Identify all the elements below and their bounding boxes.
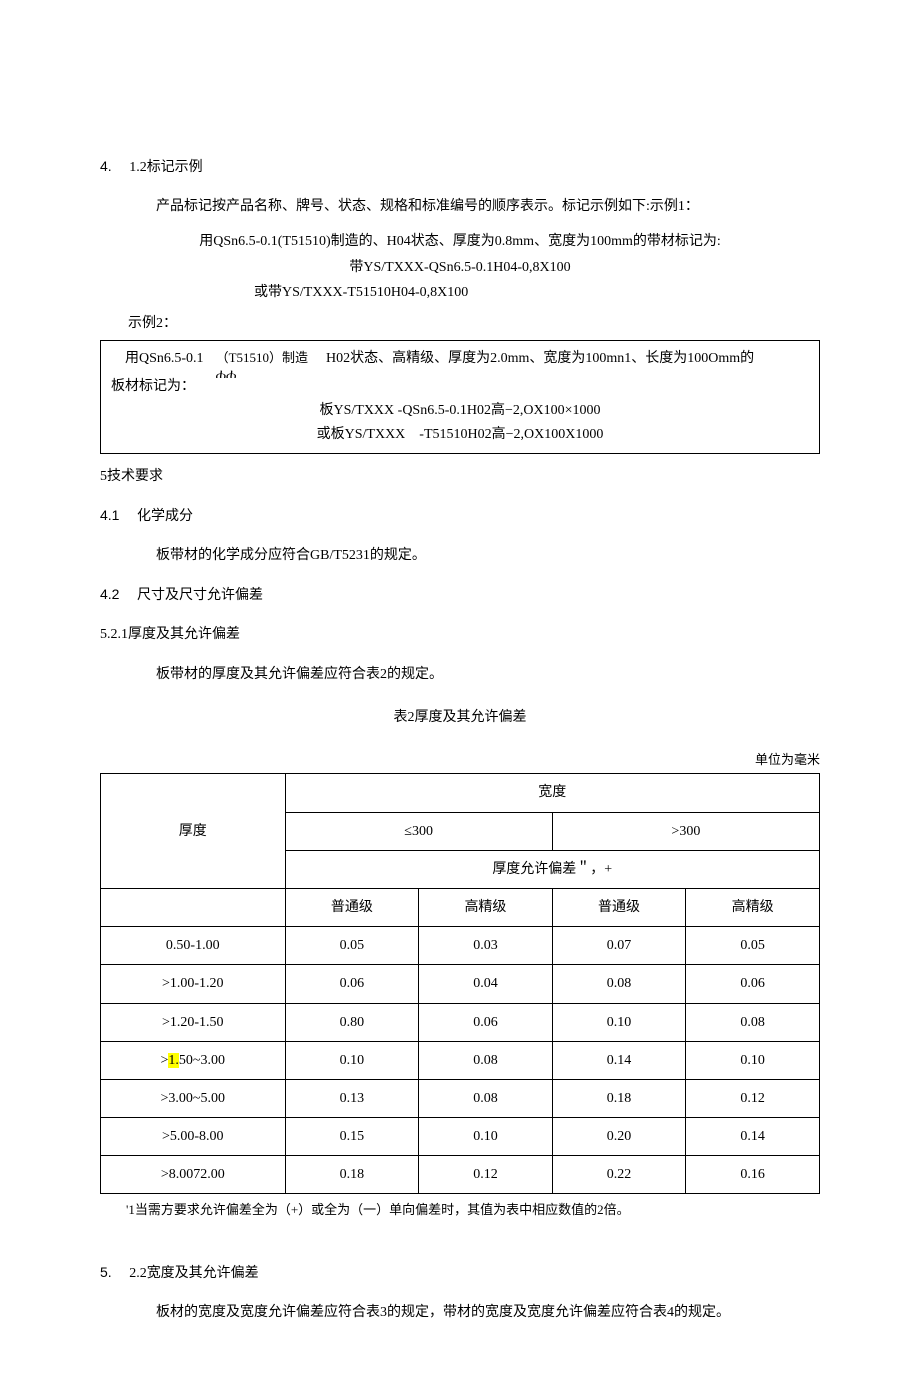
example2-center2: 或板YS/TXXX -T51510H02高−2,OX100X1000 xyxy=(111,423,809,447)
cell-thickness: >3.00~5.00 xyxy=(101,1079,286,1117)
cell-value: 0.08 xyxy=(419,1041,553,1079)
section-number: 4.2 xyxy=(100,586,119,602)
cell-value: 0.10 xyxy=(552,1003,686,1041)
cell-value: 0.15 xyxy=(285,1118,419,1156)
table-row: >1.20-1.500.800.060.100.08 xyxy=(101,1003,820,1041)
table-row: >3.00~5.000.130.080.180.12 xyxy=(101,1079,820,1117)
section-number: 4. xyxy=(100,158,112,174)
table2-unit: 单位为毫米 xyxy=(100,748,820,771)
cell-value: 0.03 xyxy=(419,927,553,965)
cell-value: 0.06 xyxy=(419,1003,553,1041)
cell-value: 0.18 xyxy=(285,1156,419,1194)
cell-thickness: >1.20-1.50 xyxy=(101,1003,286,1041)
heading-text: 宽度及其允许偏差 xyxy=(147,1266,259,1281)
th-high: 高精级 xyxy=(686,888,820,926)
example1-line1: 用QSn6.5-0.1(T51510)制造的、H04状态、厚度为0.8mm、宽度… xyxy=(100,229,820,254)
example2-col2: （T51510）制造 ሐሐ xyxy=(216,347,308,385)
example2-box: 用QSn6.5-0.1 （T51510）制造 ሐሐ H02状态、高精级、厚度为2… xyxy=(100,340,820,454)
heading-4-1: 4.1 化学成分 xyxy=(100,503,820,529)
body-5-2-1: 板带材的厚度及其允许偏差应符合表2的规定。 xyxy=(128,662,820,687)
cell-value: 0.08 xyxy=(686,1003,820,1041)
cell-value: 0.10 xyxy=(686,1041,820,1079)
heading-5-2-2: 5. 2.2宽度及其允许偏差 xyxy=(100,1260,820,1286)
cell-value: 0.08 xyxy=(419,1079,553,1117)
cell-thickness: >1.00-1.20 xyxy=(101,965,286,1003)
cell-thickness: 0.50-1.00 xyxy=(101,927,286,965)
tolerance-table-body: 0.50-1.000.050.030.070.05>1.00-1.200.060… xyxy=(101,927,820,1194)
cell-thickness: >8.0072.00 xyxy=(101,1156,286,1194)
heading-text: 尺寸及尺寸允许偏差 xyxy=(137,588,263,603)
cell-value: 0.14 xyxy=(552,1041,686,1079)
cell-value: 0.10 xyxy=(419,1118,553,1156)
cell-value: 0.05 xyxy=(686,927,820,965)
cell-value: 0.12 xyxy=(686,1079,820,1117)
cell-value: 0.14 xyxy=(686,1118,820,1156)
body-5-2-2: 板材的宽度及宽度允许偏差应符合表3的规定，带材的宽度及宽度允许偏差应符合表4的规… xyxy=(128,1300,820,1325)
th-le300: ≤300 xyxy=(285,812,552,850)
heading-text: 化学成分 xyxy=(137,509,193,524)
th-high: 高精级 xyxy=(419,888,553,926)
table-row: >1.50~3.000.100.080.140.10 xyxy=(101,1041,820,1079)
th-width: 宽度 xyxy=(285,774,819,812)
heading-4-2: 4.2 尺寸及尺寸允许偏差 xyxy=(100,582,820,608)
th-empty xyxy=(101,888,286,926)
tolerance-table: 厚度 宽度 ≤300 >300 厚度允许偏差＂，+ 普通级 高精级 普通级 高精… xyxy=(100,773,820,1194)
cell-value: 0.22 xyxy=(552,1156,686,1194)
table2-caption: 表2厚度及其允许偏差 xyxy=(100,705,820,730)
heading-5: 5技术要求 xyxy=(100,464,820,489)
cell-value: 0.13 xyxy=(285,1079,419,1117)
document-page: 4. 1.2标记示例 产品标记按产品名称、牌号、状态、规格和标准编号的顺序表示。… xyxy=(0,0,920,1395)
example2-center1: 板YS/TXXX -QSn6.5-0.1H02高−2,OX100×1000 xyxy=(111,399,809,423)
th-gt300: >300 xyxy=(552,812,819,850)
cell-value: 0.20 xyxy=(552,1118,686,1156)
table2-footnote: '1当需方要求允许偏差全为（+）或全为（一）单向偏差时，其值为表中相应数值的2倍… xyxy=(126,1198,820,1221)
heading-4-1-2: 4. 1.2标记示例 xyxy=(100,154,820,180)
example1-line2: 带YS/TXXX-QSn6.5-0.1H04-0,8X100 xyxy=(100,255,820,280)
cell-value: 0.04 xyxy=(419,965,553,1003)
section-number: 5. xyxy=(100,1264,112,1280)
cell-value: 0.05 xyxy=(285,927,419,965)
th-normal: 普通级 xyxy=(285,888,419,926)
cell-value: 0.07 xyxy=(552,927,686,965)
intro-paragraph: 产品标记按产品名称、牌号、状态、规格和标准编号的顺序表示。标记示例如下:示例1： xyxy=(128,194,820,219)
table-row: 0.50-1.000.050.030.070.05 xyxy=(101,927,820,965)
th-allow: 厚度允许偏差＂，+ xyxy=(285,850,819,888)
cell-thickness: >5.00-8.00 xyxy=(101,1118,286,1156)
cell-value: 0.08 xyxy=(552,965,686,1003)
table-row: 厚度 宽度 xyxy=(101,774,820,812)
heading-text: 标记示例 xyxy=(147,160,203,175)
cell-value: 0.80 xyxy=(285,1003,419,1041)
table-row: 普通级 高精级 普通级 高精级 xyxy=(101,888,820,926)
cell-value: 0.10 xyxy=(285,1041,419,1079)
section-number-2: 2.2 xyxy=(129,1266,147,1281)
example2-col2b: ሐሐ xyxy=(216,363,308,385)
table-row: >8.0072.000.180.120.220.16 xyxy=(101,1156,820,1194)
example2-label: 示例2： xyxy=(128,311,820,336)
cell-value: 0.06 xyxy=(686,965,820,1003)
table-row: >1.00-1.200.060.040.080.06 xyxy=(101,965,820,1003)
th-thickness: 厚度 xyxy=(101,774,286,889)
section-number-2: 1.2 xyxy=(129,160,147,175)
example2-col1: 用QSn6.5-0.1 xyxy=(111,347,204,371)
heading-5-2-1: 5.2.1厚度及其允许偏差 xyxy=(100,622,820,647)
cell-value: 0.06 xyxy=(285,965,419,1003)
cell-thickness: >1.50~3.00 xyxy=(101,1041,286,1079)
table-row: >5.00-8.000.150.100.200.14 xyxy=(101,1118,820,1156)
example1-line3: 或带YS/TXXX-T51510H04-0,8X100 xyxy=(100,280,820,305)
cell-value: 0.12 xyxy=(419,1156,553,1194)
th-normal: 普通级 xyxy=(552,888,686,926)
cell-value: 0.16 xyxy=(686,1156,820,1194)
cell-value: 0.18 xyxy=(552,1079,686,1117)
section-number: 4.1 xyxy=(100,507,119,523)
example2-col3: H02状态、高精级、厚度为2.0mm、宽度为100mn1、长度为100Omm的 xyxy=(326,347,809,371)
body-4-1: 板带材的化学成分应符合GB/T5231的规定。 xyxy=(128,543,820,568)
